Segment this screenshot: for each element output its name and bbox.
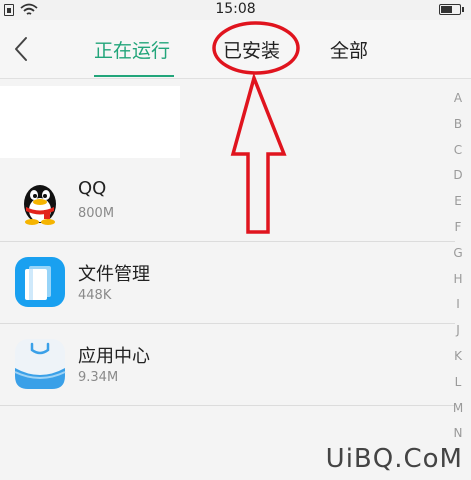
active-tab-indicator	[94, 75, 174, 77]
list-item-qq[interactable]: QQ 800M	[0, 160, 455, 242]
list-item-file-manager[interactable]: 文件管理 448K	[0, 242, 455, 324]
app-name: 应用中心	[78, 346, 150, 367]
list-item-app-center[interactable]: 应用中心 9.34M	[0, 324, 455, 406]
alphabet-index: A B C D E F G H I J K L M N	[451, 86, 465, 447]
index-letter[interactable]: E	[454, 189, 462, 215]
tab-all[interactable]: 全部	[330, 36, 368, 63]
app-name: QQ	[78, 178, 107, 199]
app-size: 448K	[78, 288, 112, 303]
index-letter[interactable]: H	[453, 267, 462, 293]
qq-penguin-icon	[14, 174, 66, 226]
index-letter[interactable]: D	[453, 163, 462, 189]
app-list: QQ 800M 文件管理 448K 应用中心 9.34M	[0, 160, 455, 406]
file-manager-icon	[14, 256, 66, 308]
index-letter[interactable]: L	[455, 370, 462, 396]
index-letter[interactable]: M	[453, 396, 463, 422]
status-time: 15:08	[215, 1, 256, 17]
app-name: 文件管理	[78, 264, 150, 285]
index-letter[interactable]: K	[454, 344, 462, 370]
app-size: 800M	[78, 206, 115, 221]
back-arrow-icon[interactable]	[8, 34, 36, 64]
tab-running[interactable]: 正在运行	[94, 36, 170, 63]
app-center-icon	[14, 338, 66, 390]
status-bar: 15:08	[0, 0, 471, 20]
index-letter[interactable]: A	[454, 86, 462, 112]
app-size: 9.34M	[78, 370, 119, 385]
tab-installed[interactable]: 已安装	[223, 36, 280, 63]
index-letter[interactable]: J	[456, 318, 460, 344]
index-letter[interactable]: I	[456, 292, 460, 318]
index-letter[interactable]: C	[454, 138, 462, 164]
index-letter[interactable]: F	[455, 215, 462, 241]
obscured-region	[0, 86, 180, 158]
app-header: 正在运行 已安装 全部	[0, 20, 471, 79]
battery-icon	[439, 4, 464, 15]
index-letter[interactable]: B	[454, 112, 462, 138]
index-letter[interactable]: G	[453, 241, 462, 267]
watermark-text: UiBQ.CoM	[325, 444, 463, 474]
